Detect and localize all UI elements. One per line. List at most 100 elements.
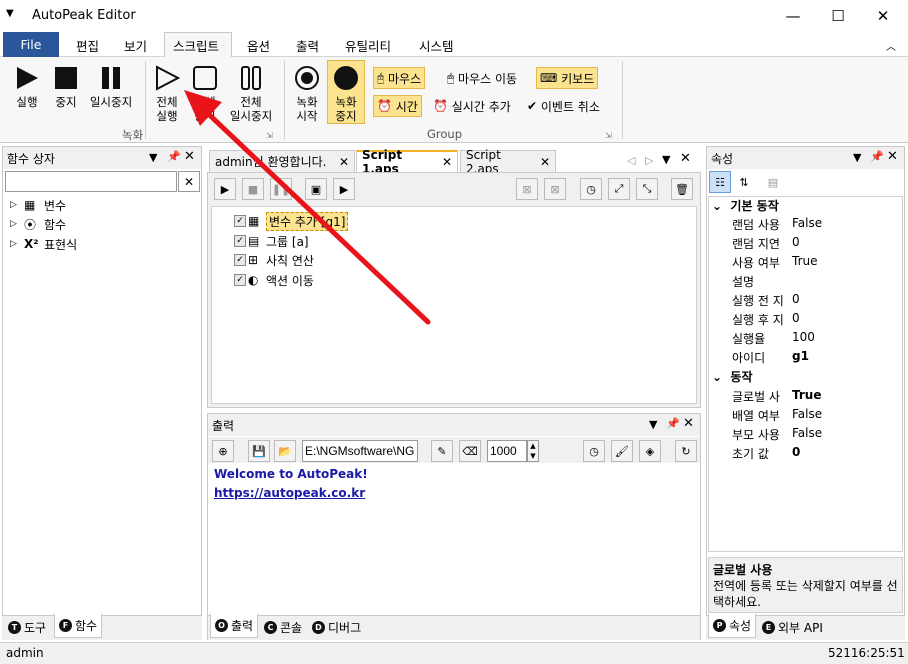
property-row[interactable]: 실행율 100 bbox=[732, 330, 904, 349]
checkbox[interactable]: ✓ bbox=[234, 215, 246, 227]
menu-output[interactable]: 출력 bbox=[296, 36, 319, 55]
stop-button[interactable]: 중지 bbox=[50, 65, 82, 109]
checkbox[interactable]: ✓ bbox=[234, 235, 246, 247]
property-value[interactable]: False bbox=[790, 407, 822, 426]
time-toggle[interactable]: ⏰ 시간 bbox=[373, 95, 422, 117]
file-menu[interactable]: File bbox=[3, 32, 59, 57]
menu-script[interactable]: 스크립트 bbox=[173, 36, 219, 55]
property-value[interactable]: False bbox=[790, 216, 822, 235]
property-value[interactable]: 0 bbox=[790, 445, 800, 464]
property-value[interactable]: True bbox=[790, 254, 818, 273]
script-node-arithmetic[interactable]: ✓ ⊞ 사칙 연산 bbox=[234, 251, 314, 269]
tab-close-icon[interactable]: ✕ bbox=[442, 155, 452, 169]
property-value[interactable]: 100 bbox=[790, 330, 815, 349]
panel-close-icon[interactable]: ✕ bbox=[683, 416, 694, 431]
tab-close-icon[interactable]: ✕ bbox=[540, 155, 550, 169]
refresh-icon[interactable]: ↻ bbox=[675, 440, 697, 462]
tree-item-function[interactable]: ▷ ⦿ 함수 bbox=[10, 215, 66, 233]
record-stop-button[interactable]: 녹화 중지 bbox=[327, 60, 365, 124]
function-search-input[interactable] bbox=[5, 171, 177, 192]
property-row[interactable]: 랜덤 사용 False bbox=[732, 216, 904, 235]
trash-button[interactable]: 🗑 bbox=[671, 178, 693, 200]
collapse-all-button[interactable]: ⤡ bbox=[636, 178, 658, 200]
menu-utility[interactable]: 유틸리티 bbox=[345, 36, 391, 55]
keyboard-toggle[interactable]: ⌨ 키보드 bbox=[536, 67, 599, 89]
panel-dropdown-icon[interactable]: ▼ bbox=[649, 418, 657, 431]
dialog-launcher-icon[interactable]: ⇲ bbox=[605, 131, 612, 140]
panel-close-icon[interactable]: ✕ bbox=[184, 149, 195, 164]
folder-icon[interactable]: 📂 bbox=[274, 440, 296, 462]
run-button[interactable]: 실행 bbox=[10, 65, 44, 109]
stop-all-button[interactable]: 전체 중지 bbox=[188, 65, 222, 123]
script-node-action-move[interactable]: ✓ ◐ 액션 이동 bbox=[234, 271, 314, 289]
property-row[interactable]: 배열 여부 False bbox=[732, 407, 904, 426]
clock-icon[interactable]: ◷ bbox=[583, 440, 605, 462]
fill-icon[interactable]: ◈ bbox=[639, 440, 661, 462]
run-script-button[interactable]: ▶ bbox=[214, 178, 236, 200]
property-value[interactable]: False bbox=[790, 426, 822, 445]
property-value[interactable]: 0 bbox=[790, 235, 800, 254]
clear-search-button[interactable]: ✕ bbox=[178, 171, 200, 192]
pin-icon[interactable]: 📌 bbox=[870, 150, 884, 163]
output-link[interactable]: https://autopeak.co.kr bbox=[214, 486, 365, 500]
clear-style-button[interactable]: ✎ bbox=[431, 440, 453, 462]
close-button[interactable]: ✕ bbox=[860, 0, 906, 32]
tree-item-variable[interactable]: ▷ ▦ 변수 bbox=[10, 196, 66, 214]
tab-welcome[interactable]: admin님 환영합니다. ✕ bbox=[209, 150, 355, 172]
mouse-toggle[interactable]: 🖰 마우스 bbox=[373, 67, 426, 89]
system-menu-icon[interactable]: ▼ bbox=[6, 8, 14, 19]
tab-script-1[interactable]: Script 1.aps ✕ bbox=[356, 148, 458, 176]
run-from-button[interactable]: ▶ bbox=[333, 178, 355, 200]
property-value[interactable] bbox=[790, 273, 792, 292]
panel-dropdown-icon[interactable]: ▼ bbox=[853, 151, 861, 164]
pause-all-button[interactable]: 전체 일시중지 bbox=[226, 65, 276, 123]
tab-script-2[interactable]: Script 2.aps ✕ bbox=[460, 148, 556, 176]
pin-icon[interactable]: 📌 bbox=[167, 150, 181, 163]
property-value[interactable]: True bbox=[790, 388, 821, 407]
tab-close-icon[interactable]: ✕ bbox=[339, 155, 349, 169]
minimize-button[interactable]: — bbox=[770, 0, 816, 32]
run-all-button[interactable]: 전체 실행 bbox=[150, 65, 184, 123]
property-row[interactable]: 아이디 g1 bbox=[732, 349, 904, 368]
brush-icon[interactable]: 🖌 bbox=[611, 440, 633, 462]
tab-console[interactable]: C 콘솔 bbox=[264, 617, 302, 637]
section-basic[interactable]: ⌄ 기본 동작 bbox=[712, 197, 779, 214]
step-button[interactable]: ▣ bbox=[305, 178, 327, 200]
mouse-move-toggle[interactable]: 🖱 마우스 이동 bbox=[444, 67, 520, 89]
property-value[interactable]: 0 bbox=[790, 311, 800, 330]
section-action[interactable]: ⌄ 동작 bbox=[712, 368, 753, 385]
checkbox[interactable]: ✓ bbox=[234, 274, 246, 286]
panel-dropdown-icon[interactable]: ▼ bbox=[149, 151, 157, 164]
menu-view[interactable]: 보기 bbox=[124, 36, 147, 55]
tab-output[interactable]: O 출력 bbox=[210, 614, 259, 638]
checkbox[interactable]: ✓ bbox=[234, 254, 246, 266]
property-row[interactable]: 설명 bbox=[732, 273, 904, 292]
lines-spinner[interactable]: ▲ ▼ bbox=[527, 440, 539, 462]
property-value[interactable]: g1 bbox=[790, 349, 809, 368]
property-row[interactable]: 사용 여부 True bbox=[732, 254, 904, 273]
tab-external-api[interactable]: E 외부 API bbox=[762, 617, 823, 637]
tab-functions[interactable]: F 함수 bbox=[54, 614, 103, 638]
event-cancel-toggle[interactable]: ✔ 이벤트 취소 bbox=[524, 95, 603, 117]
tab-properties[interactable]: P 속성 bbox=[708, 614, 757, 638]
sort-az-button[interactable]: ⇅ bbox=[733, 171, 755, 193]
tree-item-expression[interactable]: ▷ X² 표현식 bbox=[10, 235, 77, 253]
script-node-group[interactable]: ✓ ▤ 그룹 [a] bbox=[234, 232, 309, 250]
script-node-variable-add[interactable]: ✓ ▦ 변수 추가 [g1] bbox=[234, 211, 349, 231]
realtime-add-toggle[interactable]: ⏰ 실시간 추가 bbox=[430, 95, 514, 117]
property-pages-button[interactable]: ▤ bbox=[762, 171, 784, 193]
categorized-view-button[interactable]: ☷ bbox=[709, 171, 731, 193]
tab-list-icon[interactable]: ▼ bbox=[662, 153, 670, 166]
property-row[interactable]: 초기 값 0 bbox=[732, 445, 904, 464]
save-icon[interactable]: 💾 bbox=[248, 440, 270, 462]
menu-edit[interactable]: 편집 bbox=[76, 36, 99, 55]
property-value[interactable]: 0 bbox=[790, 292, 800, 311]
new-log-button[interactable]: ⊕ bbox=[212, 440, 234, 462]
property-row[interactable]: 실행 후 지 0 bbox=[732, 311, 904, 330]
panel-close-icon[interactable]: ✕ bbox=[887, 149, 898, 164]
property-row[interactable]: 부모 사용 False bbox=[732, 426, 904, 445]
expand-all-button[interactable]: ⤢ bbox=[608, 178, 630, 200]
scroll-left-icon[interactable]: ◁ bbox=[627, 154, 635, 167]
dialog-launcher-icon[interactable]: ⇲ bbox=[266, 131, 273, 140]
property-row[interactable]: 실행 전 지 0 bbox=[732, 292, 904, 311]
